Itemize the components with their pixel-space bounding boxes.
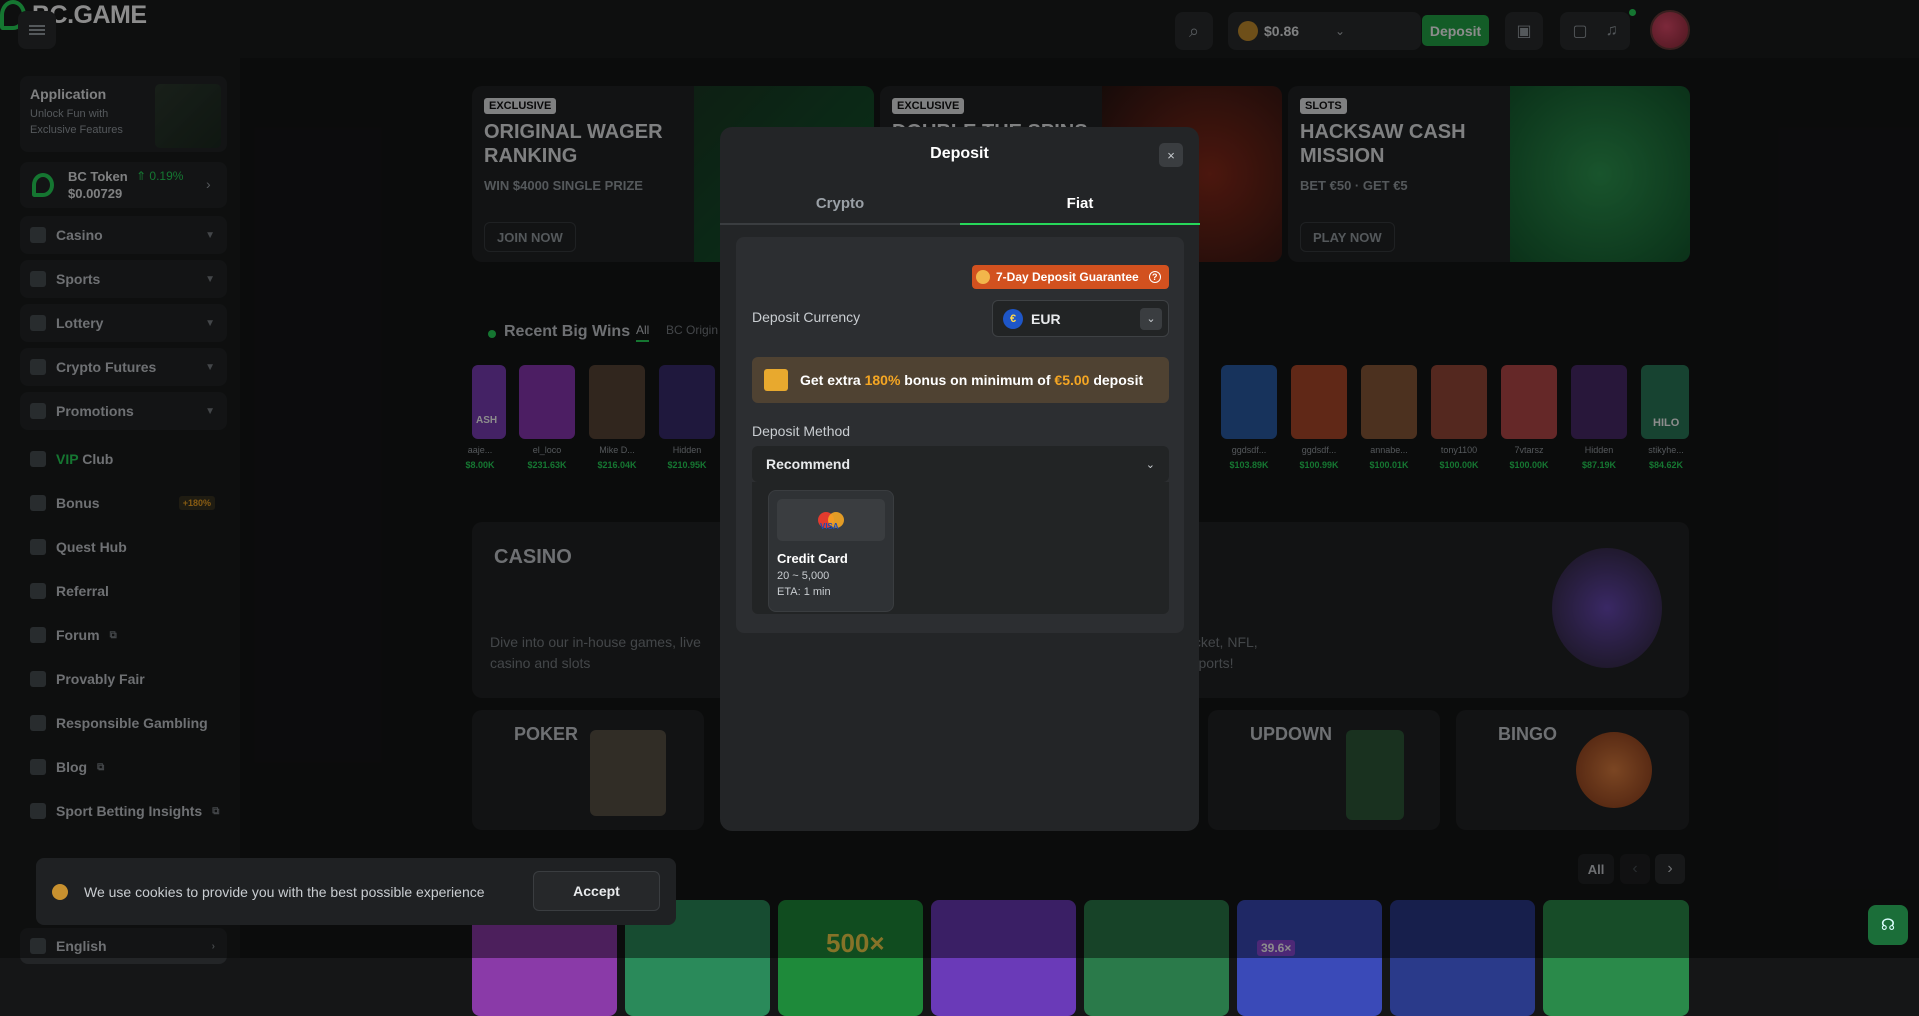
cookie-icon bbox=[52, 883, 68, 900]
card-eta: ETA: 1 min bbox=[777, 586, 831, 598]
method-value: Recommend bbox=[766, 456, 851, 472]
fiat-deposit-panel: 7-Day Deposit Guarantee ? Deposit Curren… bbox=[736, 237, 1184, 633]
credit-card-option[interactable]: VISA Credit Card 20 ~ 5,000 ETA: 1 min bbox=[768, 490, 894, 612]
chevron-down-icon: ⌄ bbox=[1145, 458, 1155, 471]
currency-value: EUR bbox=[1031, 310, 1061, 327]
method-options: VISA Credit Card 20 ~ 5,000 ETA: 1 min bbox=[752, 482, 1169, 614]
bonus-text: Get extra 180% bonus on minimum of €5.00… bbox=[800, 372, 1143, 388]
guarantee-text: 7-Day Deposit Guarantee bbox=[996, 270, 1139, 284]
close-icon: × bbox=[1167, 147, 1175, 163]
card-range: 20 ~ 5,000 bbox=[777, 570, 830, 582]
deposit-method-select[interactable]: Recommend ⌄ bbox=[752, 446, 1169, 482]
shield-icon bbox=[976, 270, 990, 284]
currency-select[interactable]: € EUR ⌄ bbox=[992, 300, 1169, 337]
deposit-method-label: Deposit Method bbox=[752, 423, 851, 439]
card-name: Credit Card bbox=[777, 551, 848, 566]
modal-title: Deposit bbox=[930, 145, 989, 162]
gift-icon bbox=[764, 369, 788, 391]
deposit-modal: Deposit × Crypto Fiat 7-Day Deposit Guar… bbox=[720, 127, 1200, 831]
bonus-mid: bonus on minimum of bbox=[904, 372, 1051, 388]
currency-label: Deposit Currency bbox=[752, 309, 861, 325]
support-button[interactable]: ☊ bbox=[1868, 905, 1908, 945]
tab-crypto[interactable]: Crypto bbox=[720, 183, 960, 225]
headset-icon: ☊ bbox=[1880, 917, 1896, 934]
deposit-guarantee-badge[interactable]: 7-Day Deposit Guarantee ? bbox=[972, 265, 1169, 289]
help-icon[interactable]: ? bbox=[1148, 271, 1161, 283]
bonus-promo: Get extra 180% bonus on minimum of €5.00… bbox=[752, 357, 1169, 403]
cookie-banner: We use cookies to provide you with the b… bbox=[36, 858, 676, 925]
tab-fiat[interactable]: Fiat bbox=[960, 183, 1200, 225]
bonus-pre: Get extra bbox=[800, 372, 861, 388]
bonus-minimum: €5.00 bbox=[1054, 372, 1090, 388]
bonus-post: deposit bbox=[1093, 372, 1144, 388]
chevron-down-icon: ⌄ bbox=[1140, 307, 1162, 330]
euro-icon: € bbox=[1003, 308, 1023, 329]
card-logos: VISA bbox=[777, 499, 885, 541]
accept-cookies-button[interactable]: Accept bbox=[533, 871, 660, 911]
cookie-text: We use cookies to provide you with the b… bbox=[84, 883, 485, 900]
close-button[interactable]: × bbox=[1159, 143, 1183, 167]
visa-text: VISA bbox=[820, 522, 839, 531]
mastercard-icon: VISA bbox=[818, 512, 844, 531]
bonus-percent: 180% bbox=[864, 372, 901, 388]
